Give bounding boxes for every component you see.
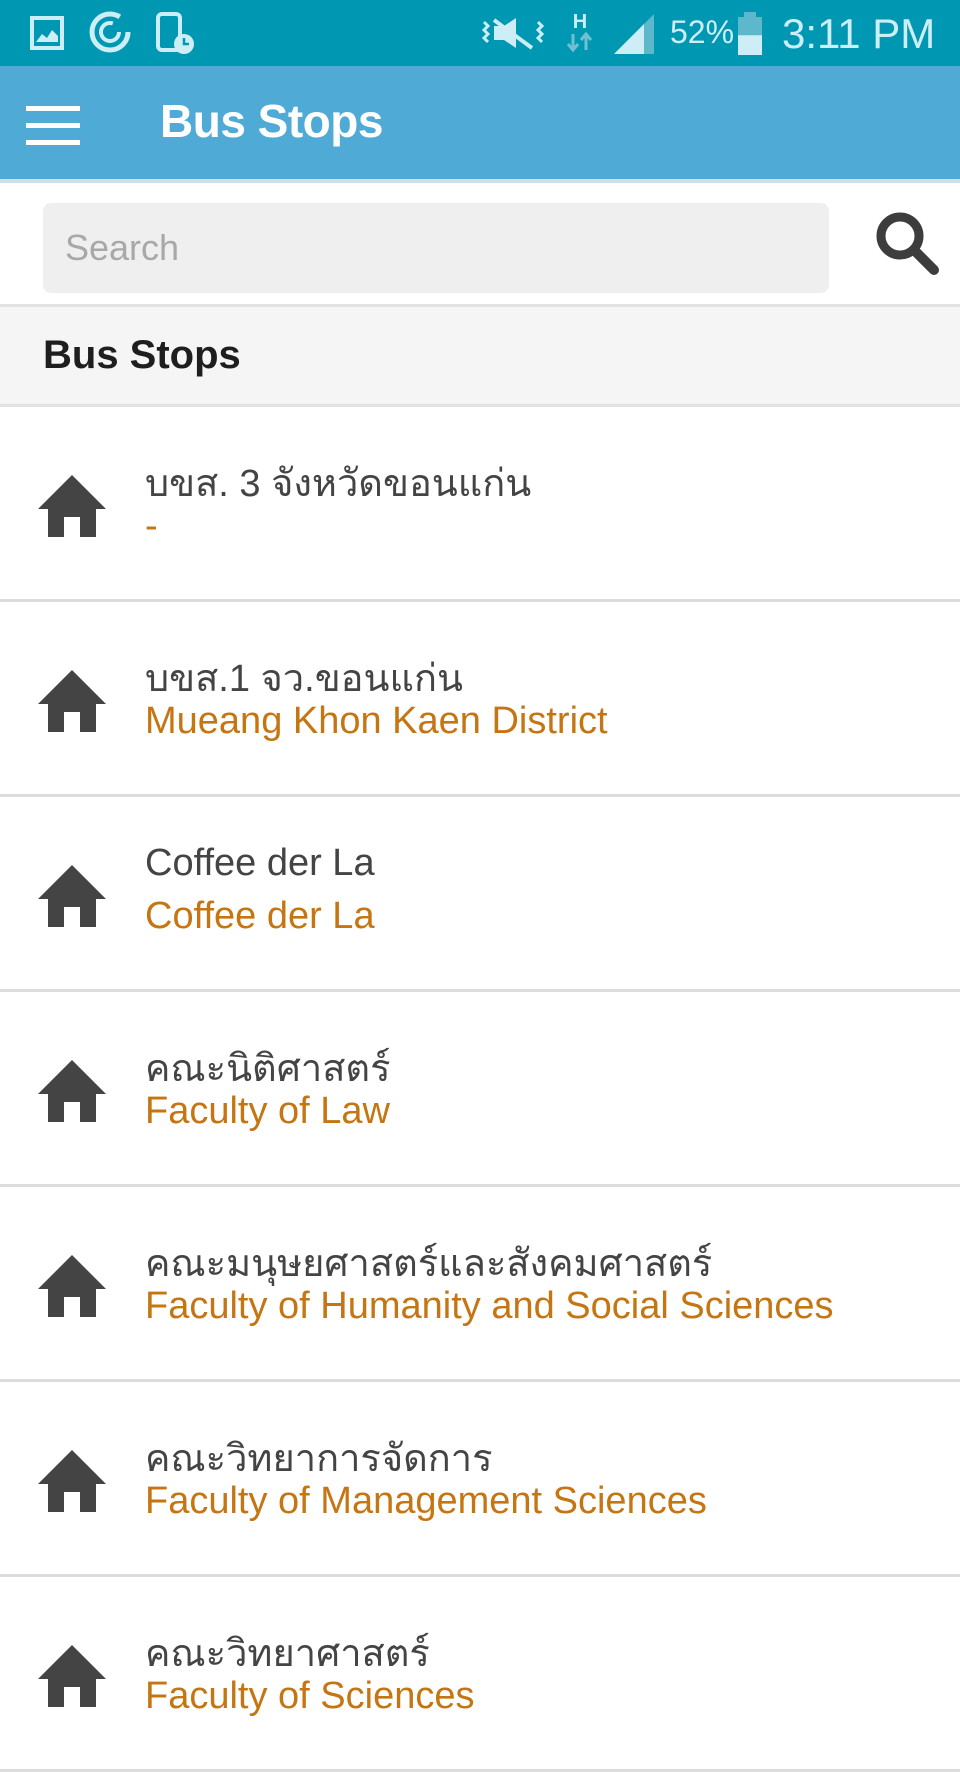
bus-stop-name: คณะนิติศาสตร์ xyxy=(145,1048,391,1090)
section-header: Bus Stops xyxy=(0,307,960,407)
battery-icon xyxy=(738,12,762,55)
home-icon xyxy=(38,1645,106,1707)
bus-stop-name: คณะวิทยาการจัดการ xyxy=(145,1438,493,1480)
clock: 3:11 PM xyxy=(782,10,936,57)
bus-stop-name: คณะวิทยาศาสตร์ xyxy=(145,1633,430,1675)
battery-percent: 52% xyxy=(670,14,735,50)
signal-icon xyxy=(614,14,654,54)
bus-stop-subtitle: Faculty of Management Sciences xyxy=(145,1480,707,1522)
bus-stop-name: คณะมนุษยศาสตร์และสังคมศาสตร์ xyxy=(145,1243,713,1285)
home-icon xyxy=(38,1255,106,1317)
bus-stop-subtitle: Faculty of Law xyxy=(145,1090,390,1132)
page-title: Bus Stops xyxy=(160,95,383,147)
sync-icon xyxy=(89,11,131,53)
home-icon xyxy=(38,670,106,732)
svg-text:H: H xyxy=(573,11,587,33)
bus-stop-name: บขส. 3 จังหวัดขอนแก่น xyxy=(145,463,532,505)
vibrate-mute-icon xyxy=(481,18,545,50)
home-icon xyxy=(38,1450,106,1512)
section-title: Bus Stops xyxy=(43,333,241,377)
list-item[interactable]: บขส. 3 จังหวัดขอนแก่น - xyxy=(0,407,960,602)
list-item[interactable]: คณะวิทยาศาสตร์ Faculty of Sciences xyxy=(0,1577,960,1772)
home-icon xyxy=(38,865,106,927)
bus-stop-name: Coffee der La xyxy=(145,842,375,884)
app-bar: Bus Stops xyxy=(0,66,960,183)
status-bar: H 52% 3:11 PM xyxy=(0,0,960,66)
bus-stop-subtitle: Faculty of Sciences xyxy=(145,1675,475,1717)
bus-stop-subtitle: Mueang Khon Kaen District xyxy=(145,700,608,742)
bus-stop-list: บขส. 3 จังหวัดขอนแก่น - บขส.1 จว.ขอนแก่น… xyxy=(0,407,960,1772)
bus-stop-subtitle: Coffee der La xyxy=(145,895,375,937)
hamburger-icon[interactable] xyxy=(26,106,80,146)
search-icon[interactable] xyxy=(872,208,942,278)
bus-stop-name: บขส.1 จว.ขอนแก่น xyxy=(145,658,463,700)
search-input[interactable] xyxy=(43,203,829,293)
bus-stop-subtitle: - xyxy=(145,505,158,547)
list-item[interactable]: Coffee der La Coffee der La xyxy=(0,797,960,992)
home-icon xyxy=(38,1060,106,1122)
gallery-icon xyxy=(30,16,64,50)
list-item[interactable]: คณะวิทยาการจัดการ Faculty of Management … xyxy=(0,1382,960,1577)
device-clock-icon xyxy=(156,12,194,54)
bus-stop-subtitle: Faculty of Humanity and Social Sciences xyxy=(145,1285,834,1327)
list-item[interactable]: คณะมนุษยศาสตร์และสังคมศาสตร์ Faculty of … xyxy=(0,1187,960,1382)
battery-fill xyxy=(738,35,762,55)
list-item[interactable]: คณะนิติศาสตร์ Faculty of Law xyxy=(0,992,960,1187)
list-item[interactable]: บขส.1 จว.ขอนแก่น Mueang Khon Kaen Distri… xyxy=(0,602,960,797)
search-bar xyxy=(0,183,960,307)
home-icon xyxy=(38,475,106,537)
hspa-data-icon: H xyxy=(566,11,593,53)
